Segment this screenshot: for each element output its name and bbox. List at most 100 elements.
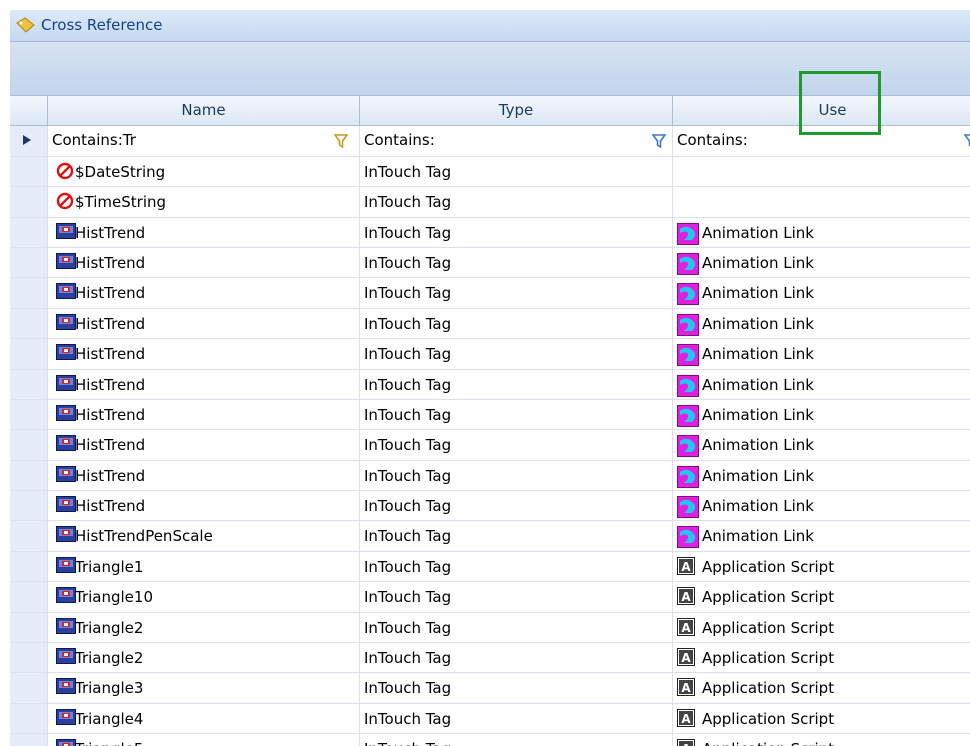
type-cell[interactable]: InTouch Tag (360, 339, 673, 370)
name-cell[interactable]: HistTrend (48, 430, 360, 461)
row-selector[interactable] (10, 734, 48, 746)
table-row[interactable]: HistTrend InTouch Tag Animation Link (10, 491, 970, 522)
name-cell[interactable]: HistTrend (48, 399, 360, 431)
use-cell[interactable]: Animation Link (673, 339, 970, 370)
table-row[interactable]: Triangle10 InTouch Tag A Application Scr… (10, 582, 970, 613)
row-selector[interactable] (10, 521, 48, 552)
table-row[interactable]: HistTrendPenScale InTouch Tag Animation … (10, 521, 970, 552)
use-cell[interactable]: A Application Script (673, 734, 970, 746)
use-cell[interactable] (673, 157, 970, 188)
use-cell[interactable]: Animation Link (673, 278, 970, 309)
type-cell[interactable]: InTouch Tag (360, 582, 673, 613)
type-cell[interactable]: InTouch Tag (360, 217, 673, 248)
table-row[interactable]: HistTrend InTouch Tag Animation Link (10, 308, 970, 340)
row-selector[interactable] (10, 308, 48, 340)
type-cell[interactable]: InTouch Tag (360, 369, 673, 400)
type-cell[interactable]: InTouch Tag (360, 703, 673, 735)
table-row[interactable]: $TimeString InTouch Tag (10, 187, 970, 218)
use-cell[interactable]: Animation Link (673, 461, 970, 492)
use-cell[interactable]: Animation Link (673, 218, 970, 248)
filter-funnel-icon[interactable] (652, 134, 666, 149)
table-row[interactable]: Triangle1 InTouch Tag A Application Scri… (10, 551, 970, 583)
row-selector[interactable] (10, 217, 48, 248)
table-row[interactable]: HistTrend InTouch Tag Animation Link (10, 460, 970, 492)
use-cell[interactable]: A Application Script (673, 552, 970, 583)
table-row[interactable]: HistTrend InTouch Tag Animation Link (10, 247, 970, 279)
name-cell[interactable]: HistTrend (48, 247, 360, 279)
use-cell[interactable]: Animation Link (673, 309, 970, 340)
row-selector[interactable] (10, 369, 48, 400)
table-row[interactable]: Triangle3 InTouch Tag A Application Scri… (10, 673, 970, 704)
use-cell[interactable] (673, 187, 970, 218)
type-cell[interactable]: InTouch Tag (360, 491, 673, 522)
filter-funnel-icon[interactable] (334, 134, 348, 149)
row-selector[interactable] (10, 399, 48, 431)
use-cell[interactable]: A Application Script (673, 582, 970, 613)
name-cell[interactable]: HistTrend (48, 491, 360, 522)
row-selector[interactable] (10, 187, 48, 218)
row-selector[interactable] (10, 551, 48, 583)
use-cell[interactable]: Animation Link (673, 370, 970, 400)
type-cell[interactable]: InTouch Tag (360, 612, 673, 644)
table-row[interactable]: HistTrend InTouch Tag Animation Link (10, 278, 970, 309)
table-row[interactable]: HistTrend InTouch Tag Animation Link (10, 339, 970, 370)
table-row[interactable]: Triangle5 InTouch Tag A Application Scri… (10, 734, 970, 746)
name-cell[interactable]: Triangle4 (48, 703, 360, 735)
row-selector[interactable] (10, 643, 48, 674)
name-cell[interactable]: Triangle5 (48, 734, 360, 746)
type-cell[interactable]: InTouch Tag (360, 673, 673, 704)
name-cell[interactable]: $DateString (48, 156, 360, 188)
use-cell[interactable]: A Application Script (673, 613, 970, 644)
filter-funnel-icon[interactable] (964, 134, 970, 148)
name-cell[interactable]: $TimeString (48, 187, 360, 218)
row-selector[interactable] (10, 582, 48, 613)
row-selector[interactable] (10, 491, 48, 522)
name-cell[interactable]: Triangle2 (48, 643, 360, 674)
row-selector[interactable] (10, 703, 48, 735)
type-cell[interactable]: InTouch Tag (360, 308, 673, 340)
type-cell[interactable]: InTouch Tag (360, 460, 673, 492)
table-row[interactable]: HistTrend InTouch Tag Animation Link (10, 369, 970, 400)
name-cell[interactable]: HistTrend (48, 460, 360, 492)
type-cell[interactable]: InTouch Tag (360, 643, 673, 674)
type-cell[interactable]: InTouch Tag (360, 187, 673, 218)
use-cell[interactable]: Animation Link (673, 430, 970, 461)
use-cell[interactable]: A Application Script (673, 643, 970, 674)
column-header-type[interactable]: Type (360, 96, 673, 127)
table-row[interactable]: HistTrend InTouch Tag Animation Link (10, 430, 970, 461)
row-selector[interactable] (10, 460, 48, 492)
name-cell[interactable]: Triangle2 (48, 612, 360, 644)
column-header-name[interactable]: Name (48, 96, 360, 127)
name-cell[interactable]: Triangle10 (48, 582, 360, 613)
table-row[interactable]: HistTrend InTouch Tag Animation Link (10, 399, 970, 431)
type-cell[interactable]: InTouch Tag (360, 399, 673, 431)
use-cell[interactable]: Animation Link (673, 248, 970, 279)
name-cell[interactable]: HistTrend (48, 369, 360, 400)
name-cell[interactable]: Triangle3 (48, 673, 360, 704)
row-selector[interactable] (10, 430, 48, 461)
use-cell[interactable]: Animation Link (673, 521, 970, 552)
name-cell[interactable]: HistTrend (48, 278, 360, 309)
use-cell[interactable]: A Application Script (673, 673, 970, 704)
name-cell[interactable]: HistTrendPenScale (48, 521, 360, 552)
table-row[interactable]: $DateString InTouch Tag (10, 156, 970, 188)
type-cell[interactable]: InTouch Tag (360, 551, 673, 583)
type-filter-cell[interactable]: Contains: (360, 126, 673, 157)
row-selector[interactable] (10, 156, 48, 188)
row-selector[interactable] (10, 612, 48, 644)
row-selector[interactable] (10, 278, 48, 309)
name-cell[interactable]: HistTrend (48, 308, 360, 340)
table-row[interactable]: Triangle2 InTouch Tag A Application Scri… (10, 643, 970, 674)
table-row[interactable]: Triangle2 InTouch Tag A Application Scri… (10, 612, 970, 644)
row-selector[interactable] (10, 673, 48, 704)
use-cell[interactable]: Animation Link (673, 491, 970, 522)
type-cell[interactable]: InTouch Tag (360, 278, 673, 309)
table-row[interactable]: Triangle4 InTouch Tag A Application Scri… (10, 703, 970, 735)
type-cell[interactable]: InTouch Tag (360, 156, 673, 188)
name-cell[interactable]: Triangle1 (48, 551, 360, 583)
name-filter-cell[interactable]: Contains:Tr (48, 126, 360, 157)
use-cell[interactable]: Animation Link (673, 400, 970, 431)
use-cell[interactable]: A Application Script (673, 704, 970, 735)
type-cell[interactable]: InTouch Tag (360, 734, 673, 746)
type-cell[interactable]: InTouch Tag (360, 430, 673, 461)
